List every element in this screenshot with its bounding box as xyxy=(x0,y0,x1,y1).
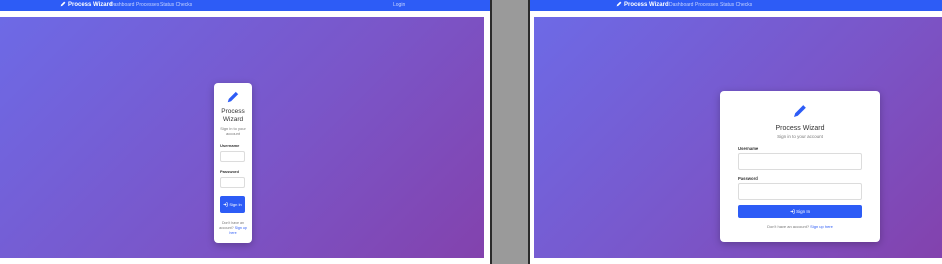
username-input[interactable] xyxy=(220,151,245,162)
pencil-icon xyxy=(616,1,622,7)
sign-in-icon xyxy=(790,209,795,214)
password-label: Password xyxy=(738,176,758,181)
nav-link-dashboard[interactable]: Dashboard xyxy=(110,0,134,11)
signin-card: Process Wizard Sign in to your account U… xyxy=(720,91,880,242)
card-subtitle: Sign in to your account xyxy=(777,134,823,139)
username-label: Username xyxy=(220,143,240,148)
card-subtitle: Sign in to your account xyxy=(220,126,246,136)
signin-card: Process Wizard Sign in to your account U… xyxy=(214,83,252,243)
signin-button-label: Sign In xyxy=(796,209,811,214)
browser-window-left: Process Wizard Dashboard Processes Statu… xyxy=(0,0,490,264)
nav-link-status-checks[interactable]: Status Checks xyxy=(160,0,192,11)
pencil-icon xyxy=(794,104,807,117)
nav-link-processes[interactable]: Processes xyxy=(695,0,718,11)
card-title: Process Wizard xyxy=(221,108,245,123)
brand-text: Process Wizard xyxy=(68,2,113,8)
password-input[interactable] xyxy=(738,183,862,200)
signin-button-label: Sign In xyxy=(229,201,242,207)
signin-button[interactable]: Sign In xyxy=(738,205,862,218)
signup-prompt: Don't have an account? Sign up here xyxy=(720,224,880,230)
signin-button[interactable]: Sign In xyxy=(220,196,245,213)
signup-text: Don't have an account? xyxy=(767,224,810,229)
username-label: Username xyxy=(738,146,759,151)
browser-window-right: Process Wizard Dashboard Processes Statu… xyxy=(530,0,942,264)
navbar: Process Wizard Dashboard Processes Statu… xyxy=(0,0,490,11)
password-label: Password xyxy=(220,169,239,174)
window-divider xyxy=(490,0,492,264)
username-input[interactable] xyxy=(738,153,862,170)
signup-prompt: Don't have an account? Sign up here xyxy=(214,221,252,236)
nav-link-login[interactable]: Login xyxy=(393,0,405,11)
sign-in-icon xyxy=(223,202,228,207)
card-title: Process Wizard xyxy=(775,125,825,132)
brand-link[interactable]: Process Wizard xyxy=(616,0,669,11)
nav-link-status-checks[interactable]: Status Checks xyxy=(720,0,752,11)
pencil-icon xyxy=(227,91,239,103)
brand-text: Process Wizard xyxy=(624,2,669,8)
nav-link-processes[interactable]: Processes xyxy=(136,0,159,11)
nav-link-dashboard[interactable]: Dashboard xyxy=(669,0,693,11)
hero-background: Process Wizard Sign in to your account U… xyxy=(0,17,484,258)
pencil-icon xyxy=(60,1,66,7)
signup-link[interactable]: Sign up here xyxy=(810,224,833,229)
navbar: Process Wizard Dashboard Processes Statu… xyxy=(530,0,942,11)
hero-background: Process Wizard Sign in to your account U… xyxy=(534,17,942,258)
brand-link[interactable]: Process Wizard xyxy=(60,0,113,11)
password-input[interactable] xyxy=(220,177,245,188)
